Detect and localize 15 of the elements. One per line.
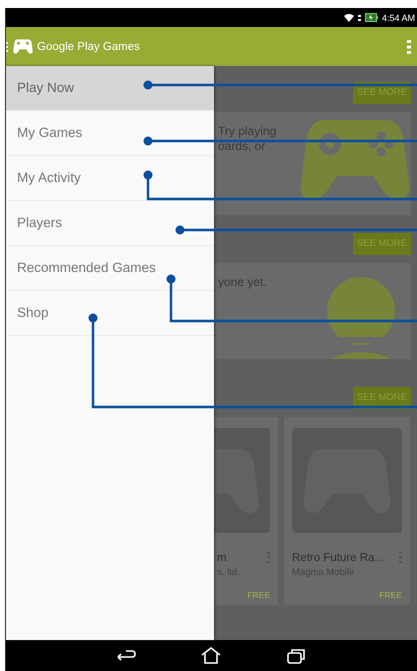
price-label: FREE [379, 590, 402, 600]
drawer-item[interactable]: Play Now [6, 66, 214, 111]
home-icon[interactable] [201, 647, 221, 664]
price-label: FREE [247, 590, 270, 600]
overflow-menu-icon[interactable] [407, 40, 411, 54]
recent-apps-icon[interactable] [286, 648, 306, 664]
gamepad-icon [13, 39, 33, 54]
status-time: 4:54 AM [382, 12, 415, 22]
wifi-icon [344, 13, 354, 22]
battery-icon [364, 13, 378, 22]
back-icon[interactable] [116, 648, 136, 662]
app-title: Google Play Games [37, 40, 141, 52]
game-title: Retro Future Ra... [292, 552, 386, 564]
game-title: m [217, 552, 228, 564]
drawer-indicator-icon[interactable] [6, 42, 9, 52]
